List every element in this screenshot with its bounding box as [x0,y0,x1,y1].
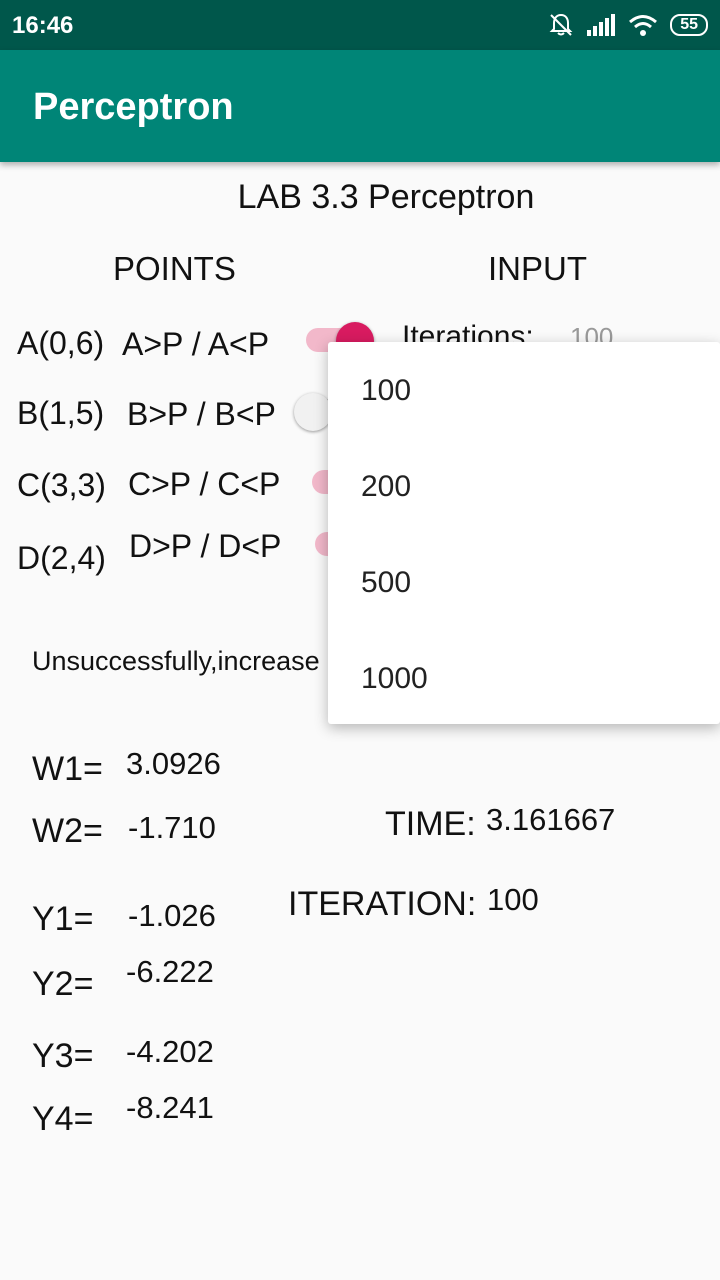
y2-label: Y2= [32,965,94,1003]
status-icons: 55 [548,10,708,40]
wifi-icon [629,15,658,36]
input-header: INPUT [488,250,587,287]
battery-icon: 55 [670,14,708,36]
points-header: POINTS [113,250,236,287]
point-a-compare: A>P / A<P [122,326,270,362]
iteration-label: ITERATION: [288,885,477,923]
w2-label: W2= [32,812,103,850]
app-bar: Perceptron [0,50,720,162]
w1-value: 3.0926 [126,746,221,781]
point-c-compare: C>P / C<P [128,466,281,502]
point-c-label: C(3,3) [17,467,106,503]
page-title: LAB 3.3 Perceptron [237,178,535,216]
y3-label: Y3= [32,1037,94,1075]
time-label: TIME: [385,805,476,843]
point-a-label: A(0,6) [17,325,105,361]
signal-icon [587,14,616,36]
point-b-label: B(1,5) [17,395,105,431]
status-bar: 16:46 55 [0,0,720,50]
point-d-label: D(2,4) [17,540,106,576]
status-time: 16:46 [12,12,74,39]
dropdown-option-500[interactable]: 500 [361,566,411,600]
iterations-dropdown: 100 200 500 1000 [328,342,720,724]
y1-label: Y1= [32,900,94,938]
y1-value: -1.026 [128,898,216,933]
switch-thumb [294,393,332,431]
status-message: Unsuccessfully,increase [32,646,320,676]
w1-label: W1= [32,750,103,788]
time-value: 3.161667 [486,802,616,837]
dropdown-option-1000[interactable]: 1000 [361,662,428,696]
y3-value: -4.202 [126,1034,214,1069]
notifications-off-icon [549,13,573,36]
dropdown-option-200[interactable]: 200 [361,470,411,504]
dropdown-option-100[interactable]: 100 [361,374,411,408]
y4-label: Y4= [32,1100,94,1138]
point-d-compare: D>P / D<P [129,528,282,564]
point-b-compare: B>P / B<P [127,396,276,432]
app-title: Perceptron [33,86,234,128]
y2-value: -6.222 [126,954,214,989]
iteration-value: 100 [487,882,539,917]
w2-value: -1.710 [128,810,216,845]
y4-value: -8.241 [126,1090,214,1125]
